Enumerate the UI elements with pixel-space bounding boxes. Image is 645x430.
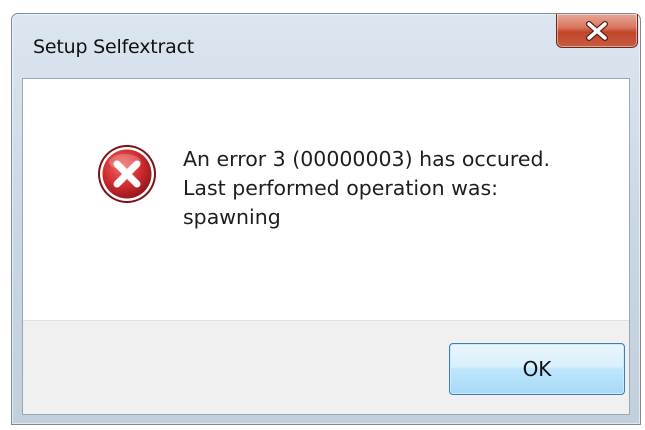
error-dialog-window: Setup Selfextract An error 3 (00000003) …: [11, 13, 641, 425]
error-message: An error 3 (00000003) has occured. Last …: [183, 147, 551, 229]
button-bar: OK: [23, 320, 629, 414]
ok-button[interactable]: OK: [449, 343, 625, 395]
close-button[interactable]: [556, 14, 638, 48]
window-title: Setup Selfextract: [33, 36, 195, 58]
title-bar[interactable]: Setup Selfextract: [12, 14, 640, 76]
dialog-content: An error 3 (00000003) has occured. Last …: [22, 78, 630, 415]
error-icon: [96, 143, 158, 205]
close-icon: [586, 20, 608, 41]
